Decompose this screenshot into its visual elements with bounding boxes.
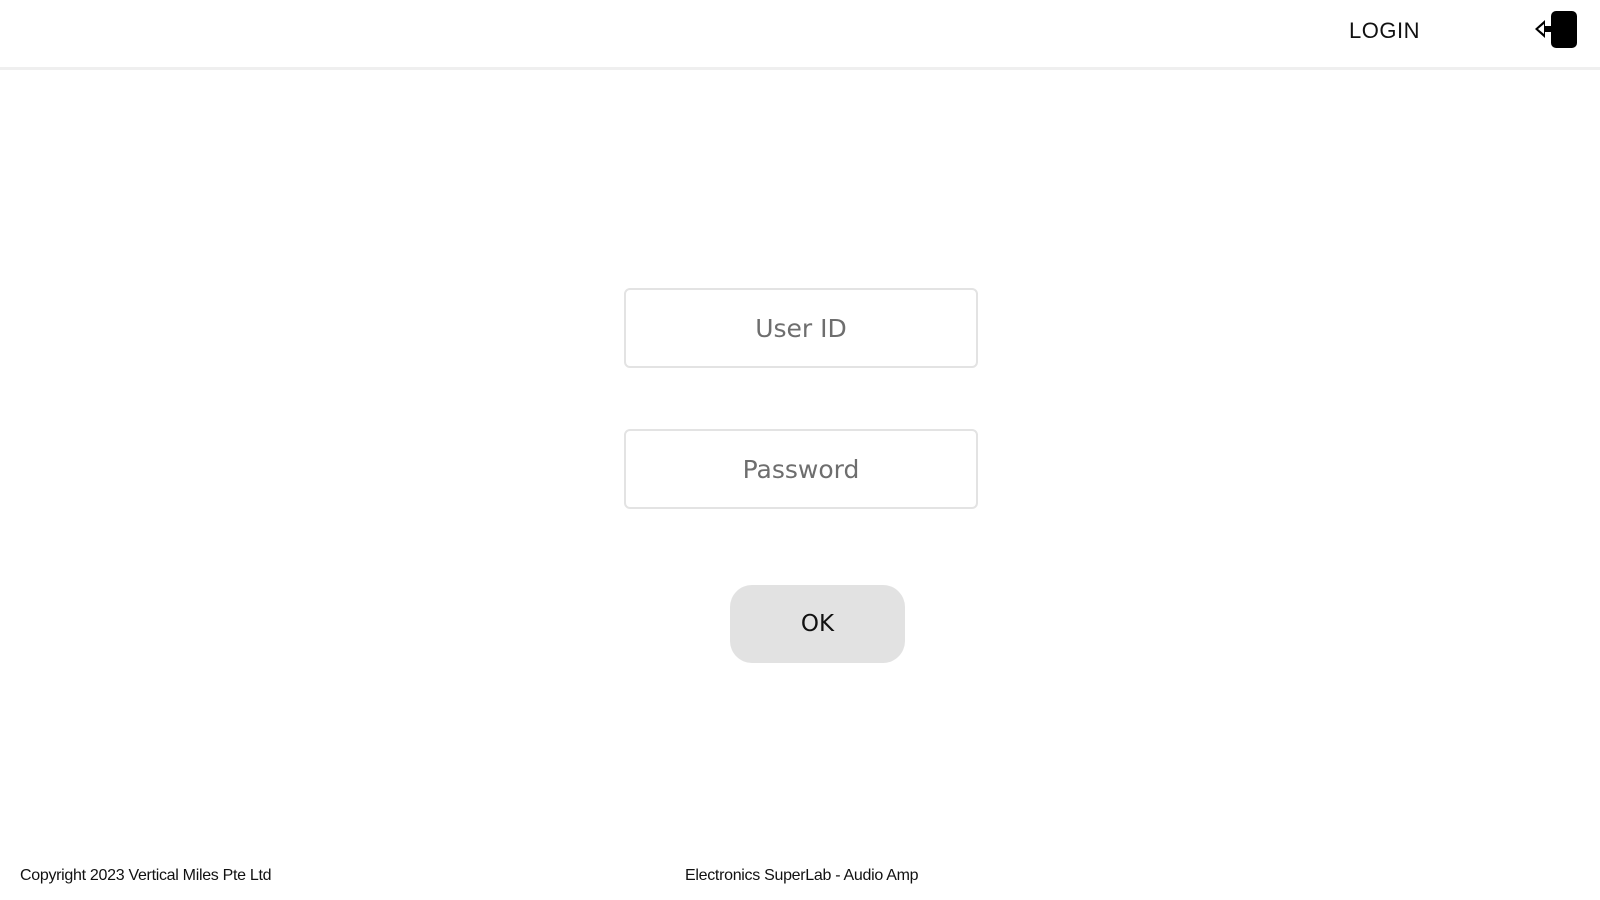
- password-input[interactable]: [626, 431, 976, 507]
- ok-button[interactable]: OK: [730, 585, 905, 663]
- copyright-text: Copyright 2023 Vertical Miles Pte Ltd: [20, 867, 272, 884]
- app-name-text: Electronics SuperLab - Audio Amp: [685, 867, 919, 884]
- sign-out-icon: [1535, 11, 1577, 48]
- login-page: LOGIN OK Copyright 2023 Vertical Miles P…: [0, 0, 1600, 900]
- user-id-field[interactable]: [624, 288, 978, 368]
- page-title: LOGIN: [1349, 18, 1420, 43]
- user-id-input[interactable]: [626, 290, 976, 366]
- top-bar: LOGIN: [0, 0, 1600, 70]
- password-field[interactable]: [624, 429, 978, 509]
- sign-out-button[interactable]: [1532, 10, 1580, 50]
